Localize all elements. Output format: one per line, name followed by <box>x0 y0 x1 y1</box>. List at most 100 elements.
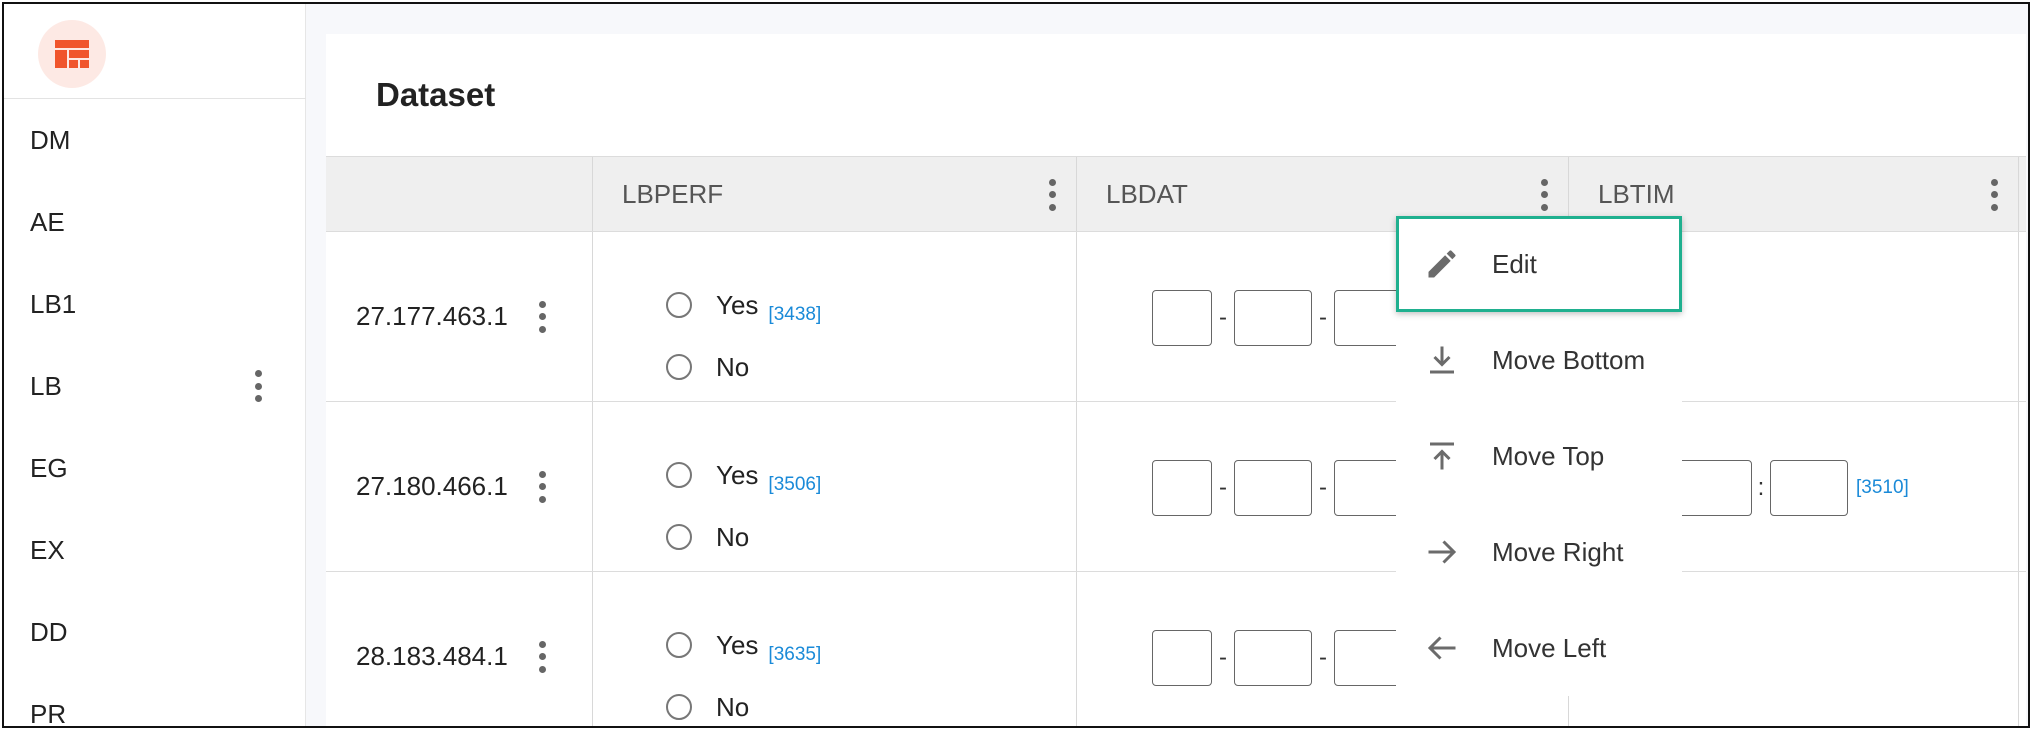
menu-item-move-right[interactable]: Move Right <box>1396 504 1682 600</box>
time-hour-field[interactable] <box>1674 460 1752 516</box>
radio-no-label: No <box>716 351 750 382</box>
sidebar-item-eg[interactable]: EG <box>4 427 306 509</box>
sidebar-item-ex[interactable]: EX <box>4 509 306 591</box>
radio-no[interactable] <box>666 694 692 720</box>
row-id: 27.180.466.1 <box>356 471 508 501</box>
menu-item-label: Edit <box>1492 248 1537 279</box>
column-divider <box>1076 232 1077 401</box>
page-title: Dataset <box>376 76 496 113</box>
more-vert-icon[interactable] <box>536 300 548 333</box>
lbperf-radio-group: Yes [3635] No <box>666 614 821 726</box>
menu-item-label: Move Right <box>1492 536 1624 567</box>
column-header-label: LBPERF <box>622 179 724 209</box>
radio-no[interactable] <box>666 354 692 380</box>
date-separator: - <box>1219 644 1227 671</box>
column-divider <box>2018 402 2019 571</box>
app-logo[interactable] <box>38 20 106 88</box>
sidebar-item-label: AE <box>30 206 65 237</box>
column-divider <box>592 572 593 726</box>
date-input-group: - - <box>1152 460 1412 516</box>
more-vert-icon[interactable] <box>1046 178 1058 211</box>
column-divider <box>1076 402 1077 571</box>
row-id-cell: 27.180.466.1 <box>326 402 592 571</box>
arrow-to-bottom-icon <box>1422 340 1462 380</box>
sidebar-item-label: EX <box>30 534 65 565</box>
radio-yes-label: Yes <box>716 289 759 320</box>
radio-yes[interactable] <box>666 462 692 488</box>
sidebar-item-label: LB1 <box>30 288 77 319</box>
more-vert-icon[interactable] <box>1988 178 2000 211</box>
date-month-field[interactable] <box>1234 460 1312 516</box>
dataset-panel: Dataset LBPERF LBDAT LBTIM 27.177.463.1 … <box>326 34 2026 726</box>
menu-item-move-bottom[interactable]: Move Bottom <box>1396 312 1682 408</box>
sidebar-item-label: LB <box>30 370 62 401</box>
menu-item-move-top[interactable]: Move Top <box>1396 408 1682 504</box>
row-id-cell: 27.177.463.1 <box>326 232 592 401</box>
time-separator: : <box>1757 474 1765 501</box>
radio-no[interactable] <box>666 524 692 550</box>
sidebar-list: DM AE LB1 LB EG EX DD PR <box>4 99 306 728</box>
reference-link[interactable]: [3635] <box>768 644 821 666</box>
date-day-field[interactable] <box>1152 630 1212 686</box>
date-separator: - <box>1219 304 1227 331</box>
menu-item-edit[interactable]: Edit <box>1396 216 1682 312</box>
radio-yes[interactable] <box>666 292 692 318</box>
reference-link[interactable]: [3510] <box>1856 477 1909 499</box>
column-divider <box>592 402 593 571</box>
date-month-field[interactable] <box>1234 290 1312 346</box>
radio-no-label: No <box>716 691 750 722</box>
lbperf-radio-group: Yes [3438] No <box>666 274 821 398</box>
date-separator: - <box>1319 474 1327 501</box>
more-vert-icon[interactable] <box>536 640 548 673</box>
menu-item-move-left[interactable]: Move Left <box>1396 600 1682 696</box>
column-header-label: LBTIM <box>1598 179 1675 209</box>
sidebar-item-lb1[interactable]: LB1 <box>4 263 306 345</box>
date-input-group: - - <box>1152 290 1412 346</box>
menu-item-label: Move Left <box>1492 632 1607 663</box>
column-divider <box>2018 232 2019 401</box>
date-day-field[interactable] <box>1152 290 1212 346</box>
column-context-menu: Edit Move Bottom Move Top Move Right Mov… <box>1396 216 1682 696</box>
date-day-field[interactable] <box>1152 460 1212 516</box>
table-layout-icon <box>55 40 89 68</box>
row-id: 28.183.484.1 <box>356 641 508 671</box>
reference-link[interactable]: [3438] <box>768 304 821 326</box>
arrow-left-icon <box>1422 628 1462 668</box>
column-divider <box>2018 572 2019 726</box>
more-vert-icon[interactable] <box>1538 178 1550 211</box>
sidebar-item-label: EG <box>30 452 68 483</box>
pencil-icon <box>1422 244 1462 284</box>
table-row: 27.180.466.1 Yes [3506] No - -: [3510] <box>326 402 2026 572</box>
more-vert-icon[interactable] <box>536 470 548 503</box>
radio-yes[interactable] <box>666 632 692 658</box>
reference-link[interactable]: [3506] <box>768 474 821 496</box>
date-month-field[interactable] <box>1234 630 1312 686</box>
sidebar-item-label: DD <box>30 616 68 647</box>
more-vert-icon[interactable] <box>252 370 264 402</box>
sidebar-item-dm[interactable]: DM <box>4 99 306 181</box>
column-divider <box>592 232 593 401</box>
column-header-lbperf[interactable]: LBPERF <box>592 157 1076 232</box>
radio-yes-label: Yes <box>716 459 759 490</box>
date-separator: - <box>1319 304 1327 331</box>
sidebar-item-pr[interactable]: PR <box>4 673 306 728</box>
lbperf-radio-group: Yes [3506] No <box>666 444 821 568</box>
time-minute-field[interactable] <box>1770 460 1848 516</box>
radio-no-label: No <box>716 521 750 552</box>
app-window: DM AE LB1 LB EG EX DD PR Dataset LBPERF <box>2 2 2030 728</box>
row-id-cell: 28.183.484.1 <box>326 572 592 726</box>
sidebar-item-label: PR <box>30 698 67 728</box>
sidebar-item-lb[interactable]: LB <box>4 345 306 427</box>
row-id: 27.177.463.1 <box>356 301 508 331</box>
arrow-right-icon <box>1422 532 1462 572</box>
grid-header: LBPERF LBDAT LBTIM <box>326 156 2026 232</box>
table-row: 27.177.463.1 Yes [3438] No - - <box>326 232 2026 402</box>
sidebar-item-label: DM <box>30 124 71 155</box>
menu-item-label: Move Top <box>1492 440 1605 471</box>
time-input-group: : [3510] <box>1674 460 1909 516</box>
arrow-to-top-icon <box>1422 436 1462 476</box>
sidebar-item-dd[interactable]: DD <box>4 591 306 673</box>
date-separator: - <box>1219 474 1227 501</box>
date-input-group: - - <box>1152 630 1412 686</box>
sidebar-item-ae[interactable]: AE <box>4 181 306 263</box>
